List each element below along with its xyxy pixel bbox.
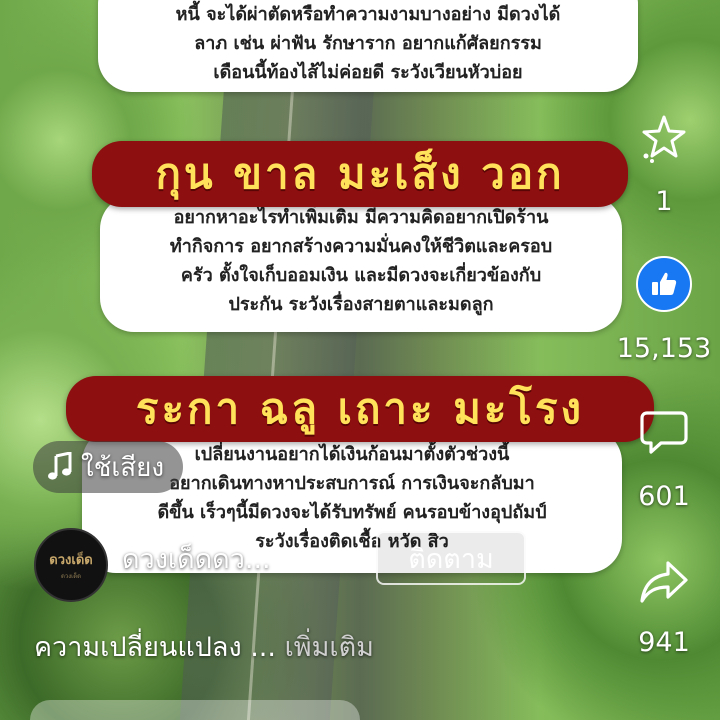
author-avatar[interactable]: ดวงเด็ด ดวงเด็ด bbox=[34, 528, 108, 602]
card-2-line-3: ครัว ตั้งใจเก็บออมเงิน และมีดวงจะเกี่ยวข… bbox=[180, 265, 542, 286]
comment-bubble-icon bbox=[640, 411, 688, 454]
comment-button[interactable] bbox=[638, 406, 690, 458]
use-sound-label: ใช้เสียง bbox=[81, 452, 165, 483]
caption-text: ความเปลี่ยนแปลง ... bbox=[34, 632, 276, 663]
card-1-line-2: ลาภ เช่น ผ่าฟัน รักษาราก อยากแก้ศัลยกรรม bbox=[194, 33, 542, 54]
zodiac-banner-1-text: กุน ขาล มะเส็ง วอก bbox=[155, 149, 565, 198]
author-name[interactable]: ดวงเด็ดดว... bbox=[122, 537, 271, 580]
share-count: 941 bbox=[638, 627, 690, 658]
avatar-logo-text: ดวงเด็ด bbox=[49, 553, 93, 568]
video-background[interactable]: หนี้ จะได้ผ่าตัดหรือทำความงามบางอย่าง มี… bbox=[0, 0, 720, 720]
card-2-line-2: ทำกิจการ อยากสร้างความมั่นคงให้ชีวิตและค… bbox=[169, 236, 553, 257]
zodiac-banner-2-text: ระกา ฉลู เถาะ มะโรง bbox=[135, 384, 585, 433]
like-button[interactable] bbox=[636, 256, 692, 312]
card-1-line-3: เดือนนี้ท้องไส้ไม่ค่อยดี ระวังเวียนหัวบ่… bbox=[213, 62, 523, 83]
prediction-card-2: อยากหาอะไรทำเพิ่มเติม มีความคิดอยากเปิดร… bbox=[100, 195, 622, 332]
bottom-input-bar[interactable] bbox=[30, 700, 360, 720]
use-sound-button[interactable]: ใช้เสียง bbox=[33, 441, 183, 493]
thumbs-up-icon bbox=[652, 272, 677, 295]
globe-icon bbox=[325, 550, 344, 569]
favorite-count: 1 bbox=[655, 186, 673, 217]
zodiac-banner-2: ระกา ฉลู เถาะ มะโรง bbox=[66, 376, 654, 442]
follow-button[interactable]: ติดตาม bbox=[376, 531, 526, 585]
share-button[interactable] bbox=[638, 556, 690, 608]
like-count: 15,153 bbox=[616, 333, 712, 364]
favorite-button[interactable] bbox=[636, 110, 692, 166]
avatar-logo-subtext: ดวงเด็ด bbox=[60, 573, 82, 580]
card-1-line-1: หนี้ จะได้ผ่าตัดหรือทำความงามบางอย่าง มี… bbox=[175, 4, 561, 25]
card-2-line-1: อยากหาอะไรทำเพิ่มเติม มีความคิดอยากเปิดร… bbox=[173, 207, 549, 228]
comment-count: 601 bbox=[638, 481, 690, 512]
music-note-icon bbox=[48, 452, 72, 480]
sparkle-star-icon bbox=[642, 115, 686, 163]
share-arrow-icon bbox=[640, 561, 688, 603]
card-2-line-4: ประกัน ระวังเรื่องสายตาและมดลูก bbox=[228, 294, 494, 315]
zodiac-banner-1: กุน ขาล มะเส็ง วอก bbox=[92, 141, 628, 207]
video-caption[interactable]: ความเปลี่ยนแปลง ... เพิ่มเติม bbox=[34, 625, 374, 668]
prediction-card-1: หนี้ จะได้ผ่าตัดหรือทำความงามบางอย่าง มี… bbox=[98, 0, 638, 92]
road-background bbox=[179, 0, 381, 720]
card-3-line-3: ดีขึ้น เร็วๆนี้มีดวงจะได้รับทรัพย์ คนรอบ… bbox=[157, 502, 547, 523]
see-more-link[interactable]: เพิ่มเติม bbox=[285, 632, 374, 663]
